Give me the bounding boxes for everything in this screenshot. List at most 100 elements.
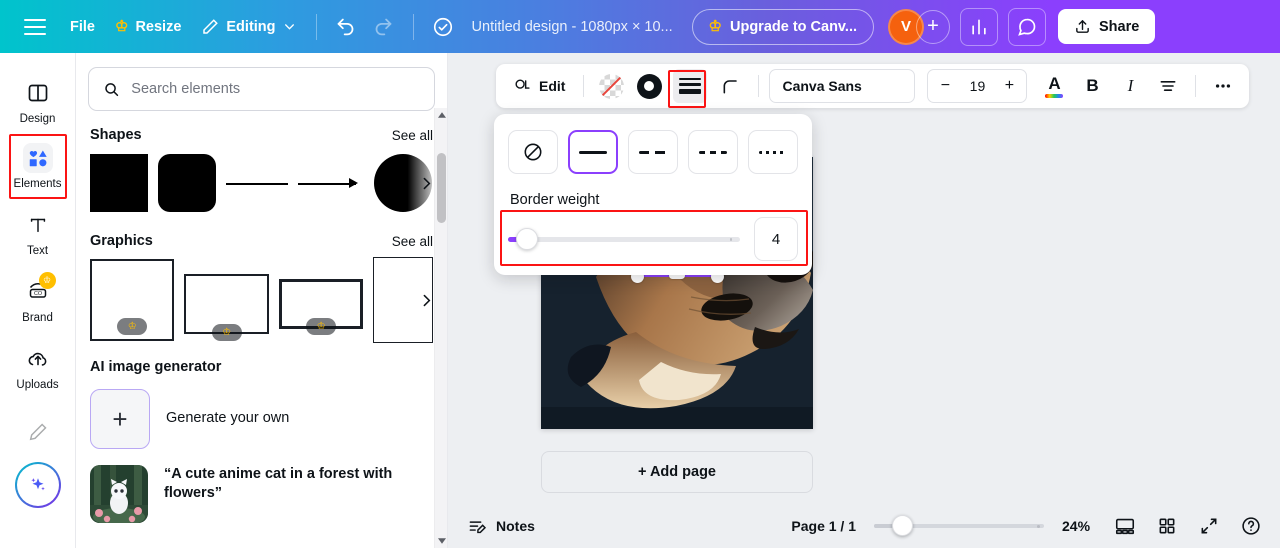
- upgrade-button[interactable]: ♔ Upgrade to Canv...: [691, 8, 875, 45]
- help-button[interactable]: [1234, 509, 1268, 543]
- border-color-button[interactable]: [632, 69, 666, 103]
- resize-button[interactable]: ♔ Resize: [105, 11, 191, 43]
- insights-button[interactable]: [960, 7, 999, 46]
- cloud-saved-button[interactable]: [424, 8, 462, 46]
- graphic-item-2[interactable]: ♔: [184, 274, 269, 341]
- crown-icon-brand: ♔: [38, 272, 56, 289]
- pencil-icon: [203, 18, 219, 34]
- editor-area: + Add page Edit Canva Sans − 19 + A B I …: [448, 53, 1280, 548]
- sidebar-item-elements[interactable]: Elements: [5, 134, 71, 199]
- redo-icon: [375, 18, 392, 36]
- crown-icon-graphic-2: ♔: [211, 324, 242, 341]
- graphic-item-1[interactable]: ♔: [90, 259, 175, 341]
- graphics-see-all-link[interactable]: See all: [392, 234, 433, 249]
- text-color-letter: A: [1048, 73, 1061, 93]
- undo-button[interactable]: [327, 8, 365, 46]
- page-indicator[interactable]: Page 1 / 1: [791, 518, 856, 534]
- comment-bubble-icon: [1018, 18, 1036, 36]
- italic-button[interactable]: I: [1113, 69, 1147, 103]
- ai-generate-your-own-row[interactable]: + Generate your own: [76, 383, 447, 455]
- font-size-value[interactable]: 19: [960, 78, 994, 94]
- elements-shapes-icon: [22, 143, 53, 173]
- border-style-button[interactable]: [673, 69, 708, 103]
- sidebar-item-uploads[interactable]: Uploads: [5, 337, 71, 398]
- sidebar-item-brand[interactable]: CO ♔ Brand: [5, 270, 71, 331]
- comments-button[interactable]: [1008, 7, 1047, 46]
- cloud-saved-icon: [433, 17, 452, 36]
- shape-line[interactable]: [226, 154, 288, 212]
- transparent-swatch-icon: [598, 73, 624, 99]
- border-style-solid-option[interactable]: [568, 130, 618, 174]
- editing-mode-button[interactable]: Editing: [191, 10, 305, 44]
- corner-radius-button[interactable]: [714, 69, 748, 103]
- border-style-dropdown: Border weight 4: [494, 114, 812, 275]
- shape-square[interactable]: [90, 154, 148, 212]
- italic-label: I: [1127, 76, 1134, 95]
- graphics-next-button[interactable]: [413, 287, 439, 313]
- font-size-increase-button[interactable]: +: [998, 73, 1020, 99]
- notes-label: Notes: [496, 518, 535, 534]
- shape-arrow[interactable]: [298, 154, 364, 212]
- zoom-level-value[interactable]: 24%: [1062, 518, 1100, 534]
- redo-button[interactable]: [365, 8, 403, 46]
- graphic-item-3[interactable]: ♔: [278, 279, 364, 335]
- search-input[interactable]: [131, 81, 420, 97]
- zoom-slider[interactable]: [874, 515, 1044, 536]
- grid-view-button[interactable]: [1150, 509, 1184, 543]
- sidebar-label-uploads: Uploads: [16, 379, 59, 391]
- fullscreen-button[interactable]: [1192, 509, 1226, 543]
- shapes-see-all-link[interactable]: See all: [392, 128, 433, 143]
- toolbar-divider: [315, 13, 317, 40]
- shapes-next-button[interactable]: [413, 170, 439, 196]
- search-box[interactable]: [88, 67, 435, 111]
- bold-button[interactable]: B: [1075, 69, 1109, 103]
- notes-button[interactable]: Notes: [460, 511, 543, 542]
- more-horizontal-icon: [1216, 84, 1231, 88]
- shapes-row-strip: [76, 151, 447, 215]
- add-page-label: + Add page: [637, 464, 716, 480]
- sidebar-item-text[interactable]: Text: [5, 203, 71, 264]
- text-t-icon: [23, 210, 53, 240]
- font-size-decrease-button[interactable]: −: [934, 73, 956, 99]
- border-weight-row: 4: [508, 217, 798, 261]
- sidebar-item-design[interactable]: Design: [5, 71, 71, 132]
- share-button[interactable]: Share: [1058, 9, 1156, 44]
- add-collaborator-button[interactable]: +: [916, 9, 951, 44]
- text-align-button[interactable]: [1151, 69, 1185, 103]
- toolbar-sep-3: [1195, 75, 1197, 97]
- text-color-button[interactable]: B A: [1037, 69, 1071, 103]
- dashed-long-icon: [639, 150, 667, 154]
- corner-radius-icon: [723, 80, 738, 94]
- font-family-select[interactable]: Canva Sans: [769, 69, 916, 103]
- solid-line-icon: [579, 150, 607, 154]
- anime-cat-thumbnail-icon: [90, 465, 148, 523]
- scrollbar-up-button[interactable]: [435, 108, 447, 122]
- ai-prompt-row[interactable]: “A cute anime cat in a forest with flowe…: [76, 455, 447, 529]
- file-menu-button[interactable]: File: [60, 11, 105, 43]
- shape-rounded-square[interactable]: [158, 154, 216, 212]
- more-options-button[interactable]: [1206, 69, 1240, 103]
- elements-panel: Shapes See all Graphics See all ♔: [76, 53, 448, 548]
- magic-studio-button[interactable]: [15, 462, 61, 508]
- border-style-dashed-long-option[interactable]: [628, 130, 678, 174]
- draw-pen-icon: [23, 417, 53, 447]
- presentation-view-button[interactable]: [1108, 509, 1142, 543]
- zoom-slider-knob[interactable]: [892, 515, 913, 536]
- add-page-button[interactable]: + Add page: [541, 451, 813, 493]
- border-style-dashed-short-option[interactable]: [688, 130, 738, 174]
- scrollbar-down-button[interactable]: [435, 534, 447, 548]
- fullscreen-expand-icon: [1201, 518, 1217, 534]
- border-weight-slider[interactable]: [508, 228, 740, 250]
- file-menu-label: File: [70, 18, 95, 35]
- document-title[interactable]: Untitled design - 1080px × 10...: [462, 12, 682, 42]
- border-weight-input[interactable]: 4: [754, 217, 798, 261]
- border-style-dotted-option[interactable]: [748, 130, 798, 174]
- edit-photo-button[interactable]: Edit: [505, 71, 573, 102]
- slider-knob[interactable]: [516, 228, 538, 250]
- hamburger-icon[interactable]: [24, 18, 46, 35]
- border-style-none-option[interactable]: [508, 130, 558, 174]
- sidebar-item-draw[interactable]: [5, 410, 71, 454]
- ai-generate-label: Generate your own: [166, 410, 290, 427]
- fill-color-button[interactable]: [594, 69, 628, 103]
- edit-photo-icon: [515, 78, 530, 89]
